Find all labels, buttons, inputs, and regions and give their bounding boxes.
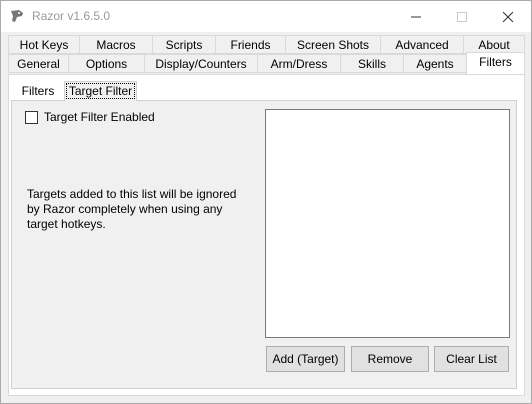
tab-filters[interactable]: Filters <box>466 52 525 74</box>
target-filter-list[interactable] <box>265 109 510 338</box>
minimize-button[interactable] <box>393 1 439 32</box>
add-target-button[interactable]: Add (Target) <box>266 346 345 372</box>
razor-window: Razor v1.6.5.0 Hot Keys Macros Scripts F… <box>0 0 532 404</box>
tab-macros[interactable]: Macros <box>79 35 153 54</box>
razor-app-icon <box>11 10 23 22</box>
target-filter-enabled-label[interactable]: Target Filter Enabled <box>44 110 155 124</box>
window-title: Razor v1.6.5.0 <box>32 9 111 23</box>
subtab-filters[interactable]: Filters <box>16 82 60 100</box>
tab-hot-keys[interactable]: Hot Keys <box>8 35 80 54</box>
maximize-icon <box>457 12 467 22</box>
target-filter-info-text: Targets added to this list will be ignor… <box>27 187 237 231</box>
tab-scripts[interactable]: Scripts <box>152 35 216 54</box>
maximize-button[interactable] <box>439 1 485 32</box>
close-button[interactable] <box>485 1 531 32</box>
tab-advanced[interactable]: Advanced <box>380 35 464 54</box>
tab-agents[interactable]: Agents <box>403 54 467 73</box>
tab-arm-dress[interactable]: Arm/Dress <box>257 54 341 73</box>
close-icon <box>502 11 514 23</box>
title-bar[interactable]: Razor v1.6.5.0 <box>1 1 531 32</box>
remove-button[interactable]: Remove <box>351 346 429 372</box>
clear-list-button[interactable]: Clear List <box>434 346 509 372</box>
tab-screen-shots[interactable]: Screen Shots <box>285 35 381 54</box>
tab-skills[interactable]: Skills <box>340 54 404 73</box>
target-filter-enabled-checkbox[interactable] <box>25 111 38 124</box>
tab-options[interactable]: Options <box>68 54 145 73</box>
tab-friends[interactable]: Friends <box>215 35 286 54</box>
subtab-target-filter[interactable]: Target Filter <box>64 81 137 101</box>
tab-display-counters[interactable]: Display/Counters <box>144 54 258 73</box>
minimize-icon <box>411 16 421 18</box>
tab-general[interactable]: General <box>8 54 69 73</box>
subtab-target-filter-label: Target Filter <box>65 83 136 99</box>
